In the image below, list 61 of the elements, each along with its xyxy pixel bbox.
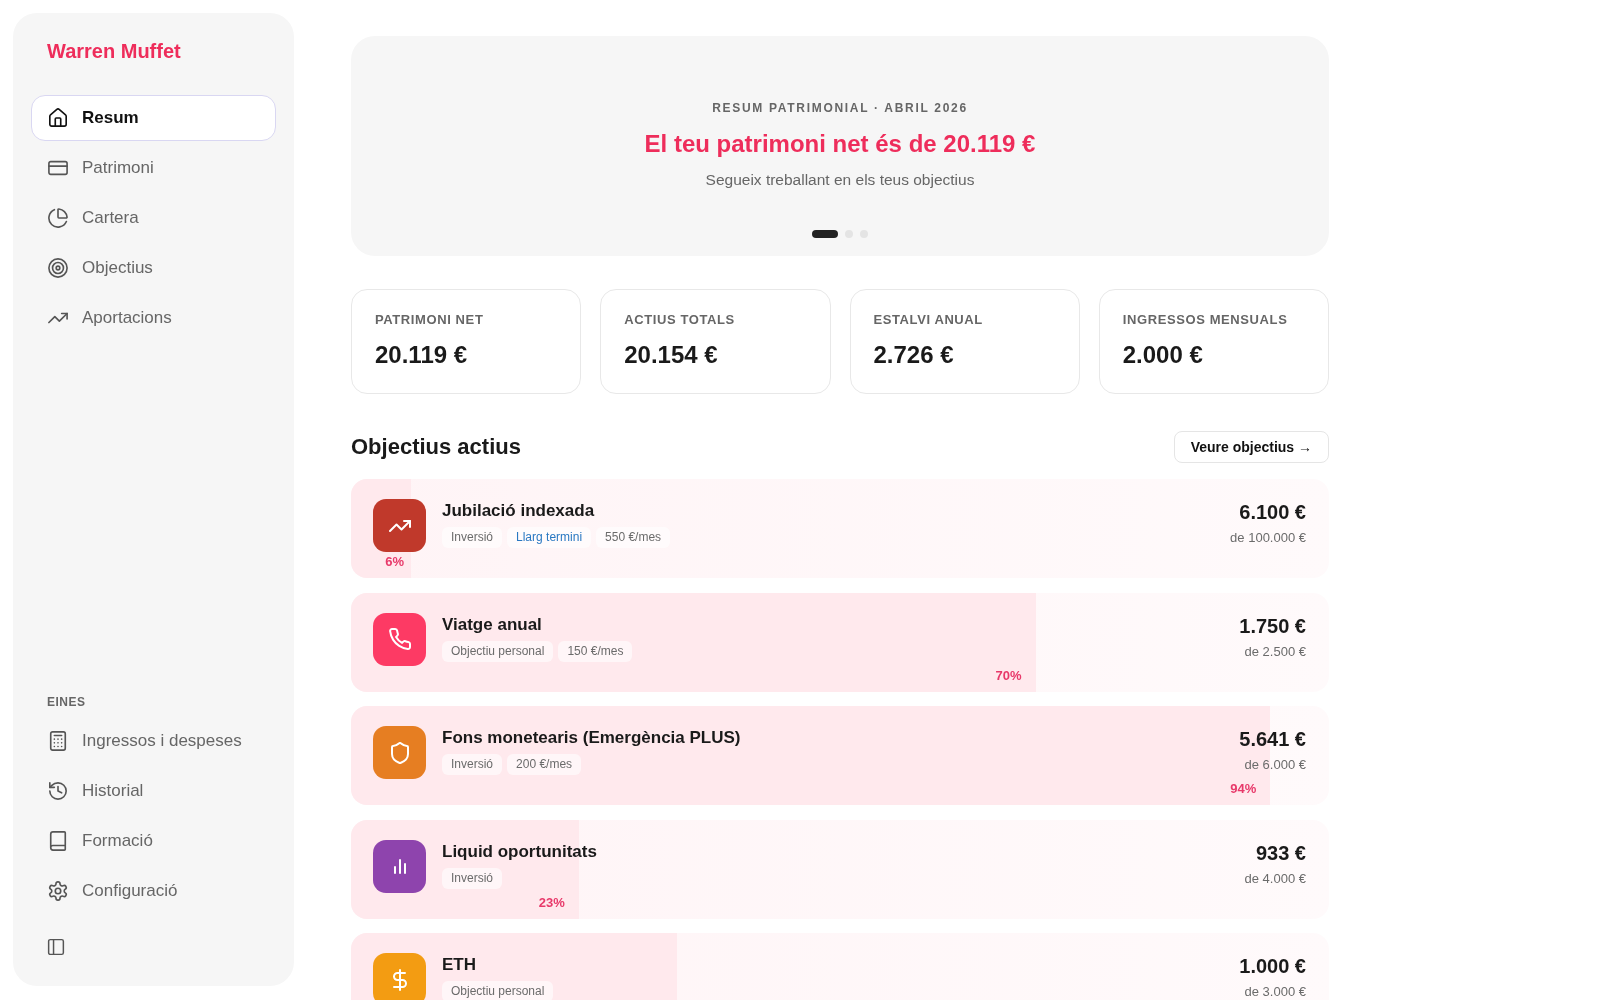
stat-label: PATRIMONI NET xyxy=(375,312,484,328)
goal-tag: Inversió xyxy=(442,527,503,548)
goal-target: de 3.000 € xyxy=(1244,983,1306,1000)
section-title: Objectius actius xyxy=(351,433,521,461)
goal-amount: 1.750 € xyxy=(1239,613,1306,639)
stat-label: INGRESSOS MENSUALS xyxy=(1122,312,1288,328)
percent-label: 6% xyxy=(385,554,404,570)
goal-amount: 1.000 € xyxy=(1239,954,1306,979)
goal-tag: Objectiu personal xyxy=(442,640,554,662)
stat-value: 2.726 € xyxy=(873,340,954,370)
sidebar-item[interactable]: Configuració xyxy=(31,868,276,914)
sidebar-item[interactable]: Cartera xyxy=(31,195,276,241)
book-icon xyxy=(48,831,68,851)
sidebar-item[interactable]: Patrimoni xyxy=(31,145,276,191)
stat-label: ACTIUS TOTALS xyxy=(624,312,735,328)
goal-tag: 150 €/mes xyxy=(558,640,633,662)
goal-title: Viatge anual xyxy=(442,613,542,636)
goal-tag: Objectiu personal xyxy=(442,981,554,1000)
sidebar-item[interactable]: Ingressos i despeses xyxy=(31,718,276,764)
sidebar-item[interactable]: Objectius xyxy=(31,245,276,291)
stat-value: 20.119 € xyxy=(375,340,468,370)
sidebar-item[interactable]: Aportacions xyxy=(31,295,276,341)
section-label: EINES xyxy=(47,694,86,710)
goal-target: de 100.000 € xyxy=(1230,529,1306,547)
goal-title: Jubilació indexada xyxy=(442,500,595,522)
goal-amount: 6.100 € xyxy=(1239,500,1306,525)
sidebar-item[interactable]: Historial xyxy=(31,768,276,814)
sidebar-item[interactable]: Formació xyxy=(31,818,276,864)
percent-label: 94% xyxy=(1230,781,1257,797)
goal-title: Liquid oportunitats xyxy=(442,840,597,863)
pie-chart-icon xyxy=(48,208,68,228)
history-icon xyxy=(48,781,68,801)
goal-tag: Inversió xyxy=(442,754,503,775)
hero-headline: El teu patrimoni net és de 20.119 € xyxy=(644,129,1036,159)
settings-icon xyxy=(48,881,68,901)
percent-label: 23% xyxy=(538,894,565,911)
goal-amount: 933 € xyxy=(1255,840,1306,866)
view-goals-button[interactable]: Veure objectius → xyxy=(1173,431,1329,463)
target-icon xyxy=(48,258,68,278)
hero-eyebrow: RESUM PATRIMONIAL · ABRIL 2026 xyxy=(712,100,968,116)
stat-label: ESTALVI ANUAL xyxy=(873,312,983,328)
goal-title: Fons monetearis (Emergència PLUS) xyxy=(442,727,741,749)
goal-tag: 200 €/mes xyxy=(507,754,582,775)
goal-tag: 550 €/mes xyxy=(596,527,671,548)
sidebar-item[interactable]: Resum xyxy=(31,95,276,141)
goal-tag: Llarg termini xyxy=(507,527,592,548)
goal-title: ETH xyxy=(442,954,476,976)
card-icon xyxy=(48,158,68,178)
goal-target: de 6.000 € xyxy=(1244,756,1306,774)
calculator-icon xyxy=(48,731,68,751)
home-icon xyxy=(48,108,68,128)
goal-tag: Inversió xyxy=(442,867,503,889)
percent-label: 70% xyxy=(995,667,1022,684)
goal-target: de 4.000 € xyxy=(1244,869,1306,888)
hero-subtitle: Segueix treballant en els teus objectius xyxy=(705,170,975,190)
stat-value: 2.000 € xyxy=(1122,340,1203,370)
goal-amount: 5.641 € xyxy=(1239,727,1306,752)
goal-target: de 2.500 € xyxy=(1244,642,1306,661)
stat-value: 20.154 € xyxy=(624,340,718,370)
brand-title: Warren Muffet xyxy=(47,39,181,64)
panel-icon xyxy=(47,938,65,956)
